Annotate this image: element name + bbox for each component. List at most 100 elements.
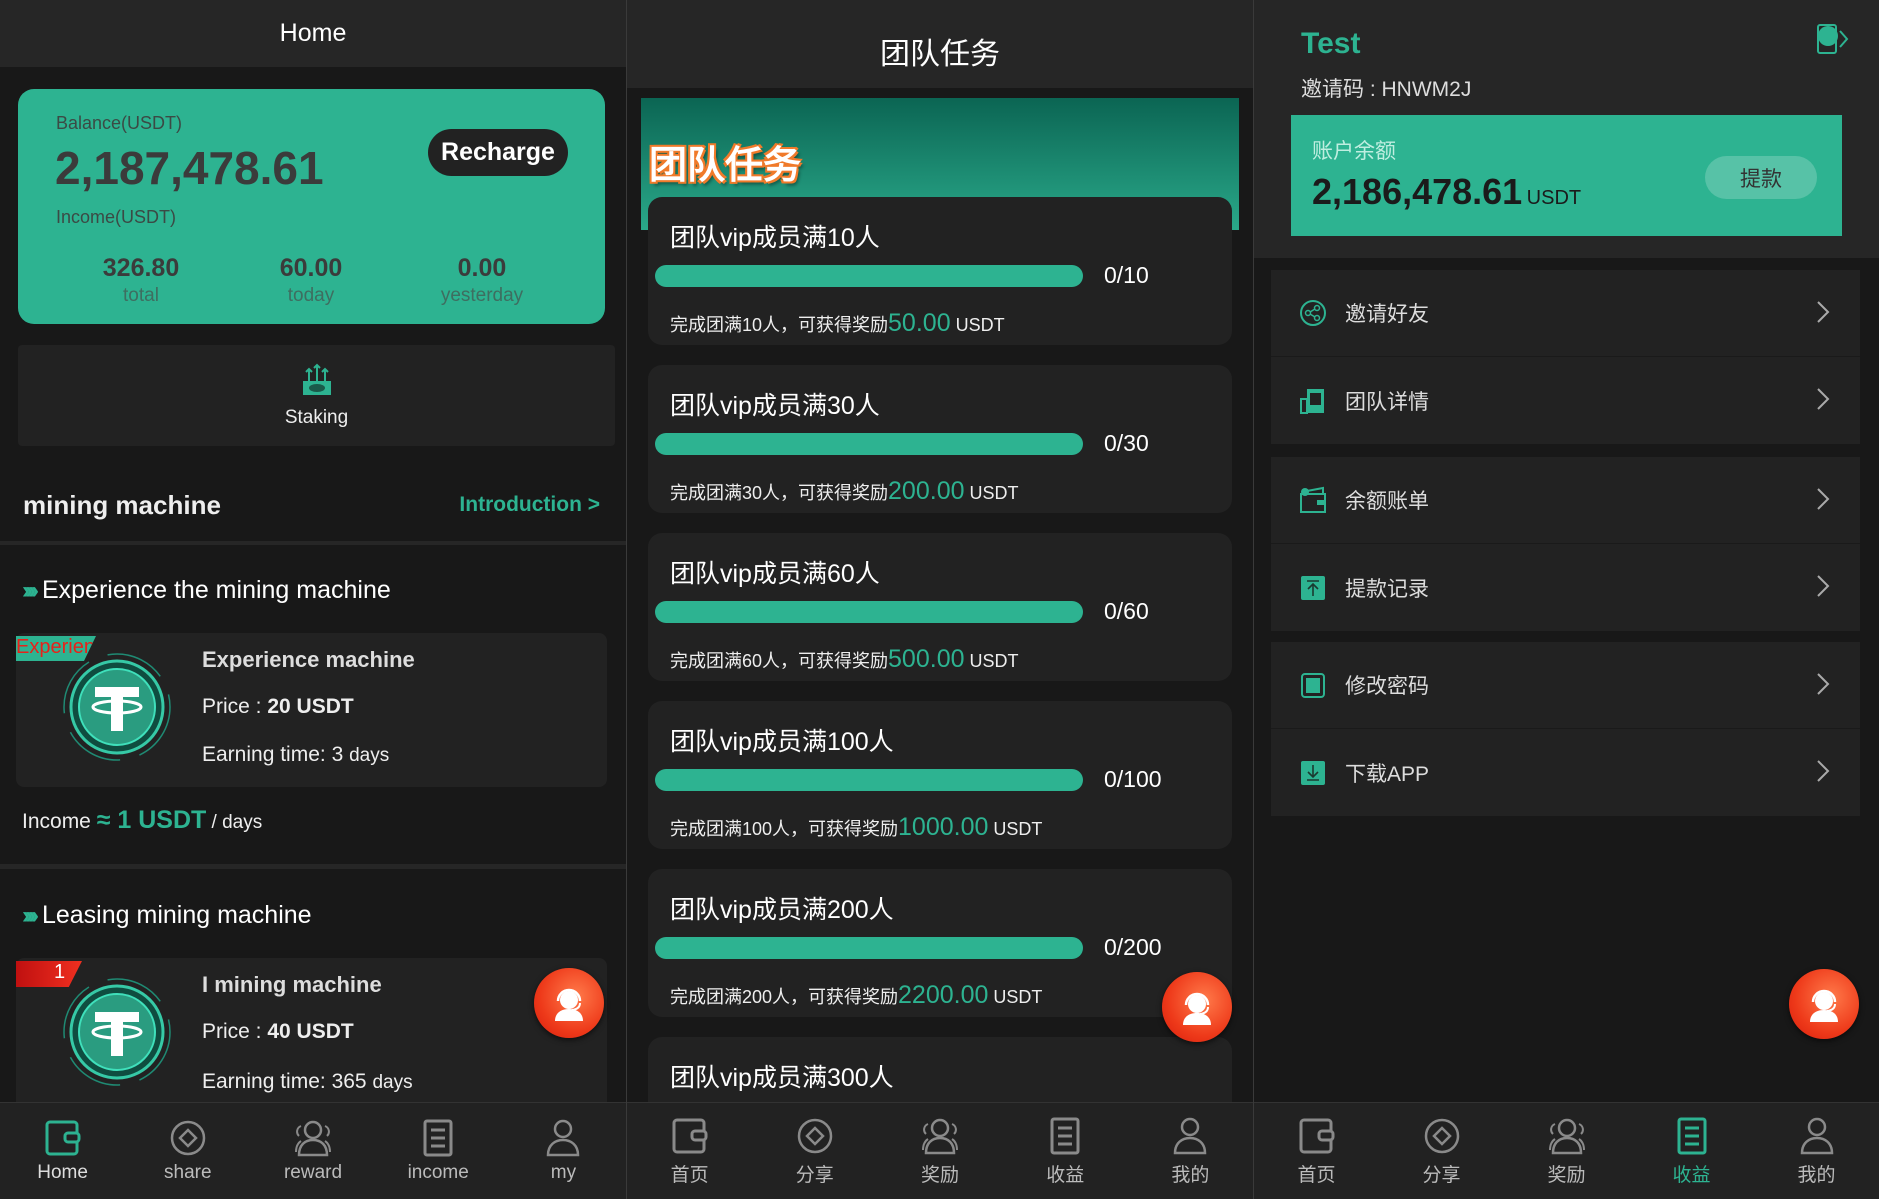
account-balance-label: 账户余额 [1312, 140, 1396, 163]
menu-item-share-nodes[interactable]: 邀请好友 [1271, 270, 1860, 357]
experience-machine-card[interactable]: Experience Experience machine Price : 20… [16, 633, 607, 787]
profile-screen: Test 邀请码 : HNWM2J 账户余额 2,186,478.61 USDT… [1254, 0, 1879, 1199]
staking-button[interactable]: Staking [18, 345, 615, 446]
nav-item-document[interactable]: 收益 [1003, 1103, 1128, 1199]
nav-item-person[interactable]: 我的 [1128, 1103, 1253, 1199]
machine-earning-time: Earning time: 365 days [202, 1070, 413, 1094]
team-tasks-screen: 团队任务 团队任务 团队vip成员满10人 0/10 完成团满10人，可获得奖励… [627, 0, 1253, 1199]
menu-item-lock[interactable]: 修改密码 [1271, 642, 1860, 729]
machine-earning-time: Earning time: 3 days [202, 743, 389, 767]
upload-icon [1301, 575, 1325, 600]
bottom-nav: 首页 分享 奖励 收益 我的 [1254, 1102, 1879, 1199]
task-title: 团队vip成员满300人 [670, 1064, 894, 1092]
task-reward: 完成团满30人，可获得奖励200.00 USDT [670, 477, 1019, 506]
nav-item-share[interactable]: 分享 [1379, 1103, 1504, 1199]
reward-description: 完成团满10人，可获得奖励 [670, 315, 889, 335]
income-line-value: ≈ 1 USDT [96, 806, 207, 834]
menu-item-label: 邀请好友 [1345, 303, 1429, 326]
stat-today: 60.00 today [226, 254, 396, 307]
share-nodes-icon [1300, 300, 1326, 326]
headset-agent-icon [1183, 992, 1211, 1025]
experience-title: Experience the mining machine [41, 576, 391, 604]
customer-support-button[interactable] [1789, 969, 1859, 1039]
nav-item-person[interactable]: 我的 [1754, 1103, 1879, 1199]
menu-item-label: 下载APP [1345, 762, 1430, 786]
person-icon [547, 1119, 580, 1157]
nav-item-document[interactable]: income [376, 1103, 501, 1199]
task-title: 团队vip成员满30人 [670, 392, 880, 420]
reward-amount: 1000.00 [898, 813, 989, 841]
nav-item-wallet[interactable]: 首页 [1254, 1103, 1379, 1199]
balance-card: Balance(USDT) 2,187,478.61 Recharge Inco… [18, 89, 605, 324]
invite-code: 邀请码 : HNWM2J [1301, 73, 1471, 103]
nav-item-share[interactable]: share [125, 1103, 250, 1199]
nav-item-people[interactable]: 奖励 [877, 1103, 1002, 1199]
recharge-button[interactable]: Recharge [428, 129, 568, 176]
introduction-link[interactable]: Introduction > [459, 493, 600, 517]
nav-item-share[interactable]: 分享 [752, 1103, 877, 1199]
task-title: 团队vip成员满10人 [670, 224, 880, 252]
stat-yesterday: 0.00 yesterday [397, 254, 567, 307]
income-line-label: Income [22, 810, 97, 833]
chevron-right-icon [1817, 575, 1830, 597]
withdraw-button[interactable]: 提款 [1705, 156, 1817, 199]
page-title: 团队任务 [880, 38, 1000, 71]
reward-description: 完成团满200人，可获得奖励 [670, 987, 899, 1007]
nav-item-wallet[interactable]: 首页 [627, 1103, 752, 1199]
account-balance-card: 账户余额 2,186,478.61 USDT 提款 [1291, 115, 1842, 236]
staking-icon [302, 363, 331, 395]
share-icon [797, 1118, 833, 1153]
leasing-title: Leasing mining machine [41, 901, 312, 929]
machine-price: Price : 20 USDT [202, 695, 354, 719]
chevrons-icon: ›››› [22, 576, 39, 604]
wallet-bill-icon [1300, 486, 1326, 513]
task-reward: 完成团满200人，可获得奖励2200.00 USDT [670, 981, 1042, 1010]
nav-label: Home [37, 1162, 88, 1183]
task-progress-bar [655, 601, 1083, 623]
time-value: 365 [331, 1070, 367, 1093]
document-icon [423, 1119, 453, 1157]
people-icon [1548, 1118, 1585, 1154]
income-line: Income ≈ 1 USDT / days [22, 806, 262, 835]
logout-icon[interactable] [1816, 22, 1850, 56]
task-card: 团队vip成员满30人 0/30 完成团满30人，可获得奖励200.00 USD… [648, 365, 1232, 513]
menu-group: 余额账单 提款记录 [1271, 457, 1860, 631]
person-icon [1800, 1117, 1833, 1154]
nav-item-document[interactable]: 收益 [1629, 1103, 1754, 1199]
menu-item-label: 余额账单 [1345, 490, 1429, 513]
balance-value: 2,187,478.61 [55, 142, 324, 194]
nav-item-person[interactable]: my [501, 1103, 626, 1199]
task-progress-count: 0/10 [1104, 262, 1149, 288]
reward-unit: USDT [969, 483, 1019, 503]
nav-label: 我的 [1797, 1164, 1836, 1186]
nav-item-people[interactable]: reward [250, 1103, 375, 1199]
task-progress-count: 0/30 [1104, 430, 1149, 456]
time-label: Earning time: [202, 743, 332, 766]
headset-agent-icon [555, 988, 583, 1021]
task-progress-bar [655, 769, 1083, 791]
profile-header: Test 邀请码 : HNWM2J 账户余额 2,186,478.61 USDT… [1254, 0, 1879, 258]
menu-item-label: 团队详情 [1345, 390, 1429, 414]
menu-item-upload[interactable]: 提款记录 [1271, 544, 1860, 631]
stat-label: yesterday [440, 285, 524, 306]
menu-item-label: 提款记录 [1345, 577, 1429, 601]
nav-item-people[interactable]: 奖励 [1504, 1103, 1629, 1199]
tasks-header: 团队任务 [627, 0, 1253, 88]
customer-support-button[interactable] [1162, 972, 1232, 1042]
menu-item-download[interactable]: 下载APP [1271, 729, 1860, 816]
task-card: 团队vip成员满100人 0/100 完成团满100人，可获得奖励1000.00… [648, 701, 1232, 849]
nav-label: share [164, 1162, 212, 1183]
menu-item-wallet-bill[interactable]: 余额账单 [1271, 457, 1860, 544]
chevrons-icon: ›››› [22, 901, 39, 929]
price-value: 20 USDT [267, 695, 354, 718]
reward-amount: 200.00 [888, 477, 965, 505]
task-progress-bar [655, 265, 1083, 287]
menu-item-team[interactable]: 团队详情 [1271, 357, 1860, 444]
nav-item-wallet[interactable]: Home [0, 1103, 125, 1199]
reward-unit: USDT [993, 987, 1043, 1007]
stat-label: today [287, 285, 335, 306]
lock-icon [1301, 673, 1325, 698]
task-title: 团队vip成员满60人 [670, 560, 880, 588]
team-icon [1300, 388, 1324, 414]
customer-support-button[interactable] [534, 968, 604, 1038]
